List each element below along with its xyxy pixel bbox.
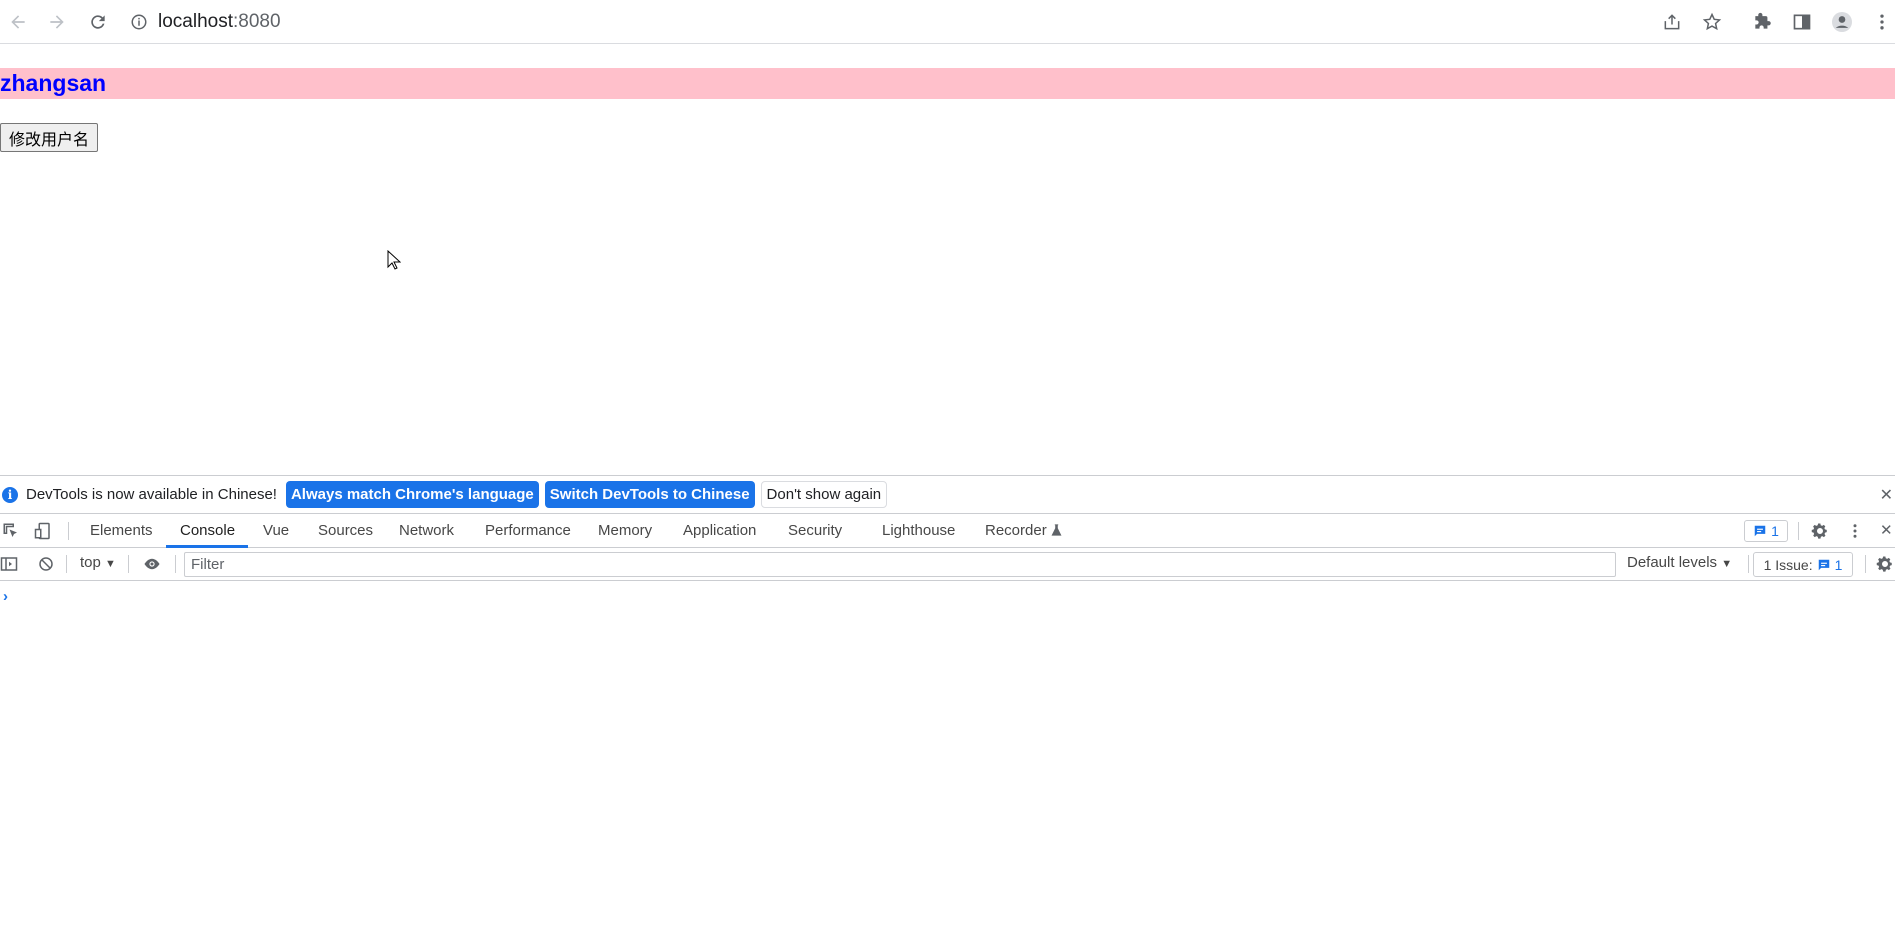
- divider: [128, 555, 129, 573]
- extensions-button[interactable]: [1748, 8, 1776, 36]
- divider: [66, 555, 67, 573]
- tab-memory[interactable]: Memory: [598, 514, 652, 548]
- divider: [68, 522, 69, 540]
- tab-security[interactable]: Security: [788, 514, 842, 548]
- divider: [1748, 555, 1749, 573]
- dont-show-again-button[interactable]: Don't show again: [760, 481, 888, 508]
- divider: [1865, 555, 1866, 573]
- close-devtools-icon[interactable]: ✕: [1880, 514, 1893, 548]
- profile-button[interactable]: [1828, 8, 1856, 36]
- info-circle-icon: [131, 14, 147, 30]
- menu-button[interactable]: [1868, 8, 1895, 36]
- devtools-language-infobar: i DevTools is now available in Chinese! …: [0, 476, 1895, 514]
- reload-button[interactable]: [84, 8, 112, 36]
- settings-gear-icon[interactable]: [1811, 522, 1829, 540]
- tab-vue[interactable]: Vue: [263, 514, 289, 548]
- arrow-left-icon: [11, 15, 25, 29]
- divider: [1798, 522, 1799, 540]
- avatar-icon: [1832, 12, 1852, 32]
- eye-icon[interactable]: [143, 555, 161, 573]
- star-icon: [1702, 12, 1722, 31]
- switch-to-chinese-button[interactable]: Switch DevTools to Chinese: [544, 481, 755, 508]
- share-button[interactable]: [1658, 8, 1686, 36]
- bookmark-button[interactable]: [1698, 8, 1726, 36]
- close-icon[interactable]: ✕: [1880, 485, 1893, 505]
- tab-elements[interactable]: Elements: [90, 514, 153, 548]
- devtools-menu-icon[interactable]: [1846, 522, 1864, 540]
- tab-console[interactable]: Console: [180, 514, 235, 548]
- change-username-button[interactable]: 修改用户名: [0, 123, 99, 152]
- side-panel-icon: [1793, 14, 1811, 30]
- tab-network[interactable]: Network: [399, 514, 454, 548]
- clear-console-icon[interactable]: [37, 555, 55, 573]
- share-icon: [1664, 14, 1680, 30]
- tab-lighthouse[interactable]: Lighthouse: [882, 514, 955, 548]
- back-button[interactable]: [4, 8, 32, 36]
- username-banner: zhangsan: [0, 68, 1895, 99]
- reload-icon: [91, 15, 105, 29]
- address-bar[interactable]: localhost:8080: [130, 8, 281, 36]
- browser-toolbar: localhost:8080: [0, 0, 1895, 44]
- message-icon: [1818, 559, 1829, 570]
- messages-badge[interactable]: 1: [1744, 520, 1788, 542]
- infobar-message: DevTools is now available in Chinese!: [26, 486, 277, 503]
- divider: [175, 555, 176, 573]
- page-viewport: zhangsan 修改用户名: [0, 44, 1895, 475]
- device-toolbar-icon[interactable]: [34, 522, 52, 540]
- forward-button[interactable]: [43, 8, 71, 36]
- kebab-menu-icon: [1880, 14, 1884, 30]
- tab-sources[interactable]: Sources: [318, 514, 373, 548]
- flask-icon: [1051, 524, 1062, 536]
- tab-performance[interactable]: Performance: [485, 514, 571, 548]
- message-icon: [1754, 525, 1766, 537]
- arrow-right-icon: [50, 15, 64, 29]
- inspect-element-icon[interactable]: [2, 522, 20, 540]
- url-text: localhost:8080: [158, 11, 281, 32]
- log-levels-dropdown[interactable]: Default levels ▼: [1627, 554, 1732, 571]
- devtools-panel: i DevTools is now available in Chinese! …: [0, 475, 1895, 939]
- mouse-cursor-icon: [387, 250, 401, 270]
- context-selector[interactable]: top ▼: [80, 554, 116, 571]
- info-icon: i: [2, 486, 18, 503]
- console-toolbar: top ▼ Filter Default levels ▼ 1 Issue: 1: [0, 548, 1895, 581]
- console-settings-gear-icon[interactable]: [1876, 555, 1894, 573]
- devtools-tabbar: Elements Console Vue Sources Network Per…: [0, 514, 1895, 548]
- tab-application[interactable]: Application: [683, 514, 756, 548]
- sidebar-toggle-icon[interactable]: [0, 555, 18, 573]
- always-match-language-button[interactable]: Always match Chrome's language: [285, 481, 539, 508]
- console-prompt[interactable]: ›: [3, 588, 8, 605]
- side-panel-button[interactable]: [1788, 8, 1816, 36]
- puzzle-icon: [1755, 12, 1771, 29]
- username-heading: zhangsan: [0, 70, 107, 96]
- tab-recorder[interactable]: Recorder: [985, 514, 1062, 548]
- issues-button[interactable]: 1 Issue: 1: [1753, 552, 1853, 577]
- filter-input[interactable]: Filter: [184, 552, 1616, 577]
